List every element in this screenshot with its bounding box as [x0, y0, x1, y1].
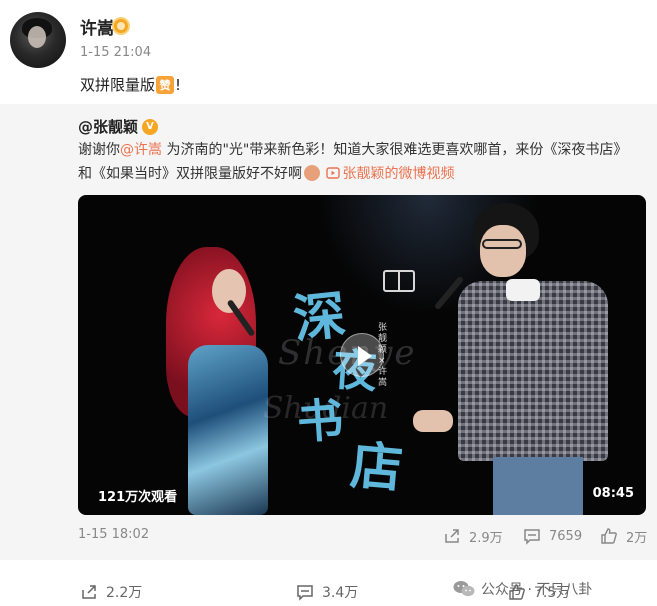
original-author-name[interactable]: @张靓颖	[78, 116, 138, 137]
repost-share-button[interactable]: 2.9万	[443, 524, 503, 548]
repost-like-button[interactable]: 2万	[600, 524, 647, 548]
comment-icon	[297, 585, 313, 601]
thumbs-up-icon	[601, 528, 617, 544]
glasses-icon	[482, 239, 522, 249]
verified-badge-icon: V	[142, 118, 159, 135]
comment-icon	[524, 529, 540, 545]
video-link-label: 张靓颖的微博视频	[342, 166, 455, 182]
original-author[interactable]: @张靓颖 V	[78, 116, 159, 137]
view-count: 121万次观看	[98, 490, 178, 505]
repost-comment-count: 7659	[549, 528, 583, 544]
original-text-part1: 谢谢你	[78, 142, 120, 158]
avatar-face	[28, 26, 46, 48]
wechat-icon	[453, 581, 475, 597]
post-text-end: !	[175, 75, 182, 94]
post-header: 许嵩 1-15 21:04 双拼限量版 赞 !	[0, 0, 657, 104]
book-icon	[383, 270, 415, 292]
singer-right-face	[480, 225, 526, 277]
repost-comment-button[interactable]: 7659	[523, 524, 582, 548]
video-duration: 08:45	[592, 486, 634, 501]
share-icon	[82, 585, 96, 599]
mention-link[interactable]: @许嵩	[120, 142, 162, 158]
post-time[interactable]: 1-15 21:04	[80, 45, 151, 60]
repost-footer: 1-15 18:02 2.9万 7659 2万	[0, 524, 657, 548]
title-char-4: 店	[348, 434, 406, 501]
zan-emoji-icon: 赞	[156, 75, 175, 94]
singer-right-jacket	[458, 281, 608, 461]
share-button[interactable]: 2.2万	[80, 580, 142, 604]
watermark-text: 公众号 · 不只八卦	[481, 582, 593, 598]
share-count: 2.2万	[106, 585, 143, 601]
singer-left-dress	[188, 345, 268, 515]
vip-badge-icon	[112, 17, 130, 35]
reposted-card: @张靓颖 V 谢谢你@许嵩 为济南的"光"带来新色彩！知道大家很难选更喜欢哪首，…	[0, 104, 657, 560]
play-button[interactable]	[340, 333, 384, 377]
post-text-main: 双拼限量版	[80, 76, 156, 94]
post-text: 双拼限量版 赞 !	[80, 74, 181, 95]
main-footer: 2.2万 3.4万 7.5万 公众号 · 不只八卦	[0, 570, 657, 606]
share-icon	[445, 529, 459, 543]
avatar[interactable]	[10, 12, 66, 68]
original-text: 谢谢你@许嵩 为济南的"光"带来新色彩！知道大家很难选更喜欢哪首，来份《深夜书店…	[78, 138, 638, 186]
comment-count: 3.4万	[322, 585, 359, 601]
username[interactable]: 许嵩	[80, 14, 114, 39]
singer-right-jeans	[493, 457, 583, 515]
singer-right-collar	[506, 279, 540, 301]
video-link-icon	[326, 167, 341, 179]
repost-like-count: 2万	[626, 530, 648, 546]
repost-share-count: 2.9万	[469, 530, 503, 546]
watermark: 公众号 · 不只八卦	[453, 579, 592, 599]
title-char-3: 书	[295, 392, 346, 450]
comment-button[interactable]: 3.4万	[296, 580, 358, 604]
emoji-icon	[304, 165, 320, 181]
repost-time[interactable]: 1-15 18:02	[78, 527, 149, 542]
video-player[interactable]: Shenye Shudian 深 夜 书 店 张靓颖×许嵩 121万次观看 08…	[78, 195, 646, 515]
video-link[interactable]: 张靓颖的微博视频	[326, 166, 454, 182]
video-title-art: 深 夜 书 店	[290, 275, 433, 500]
